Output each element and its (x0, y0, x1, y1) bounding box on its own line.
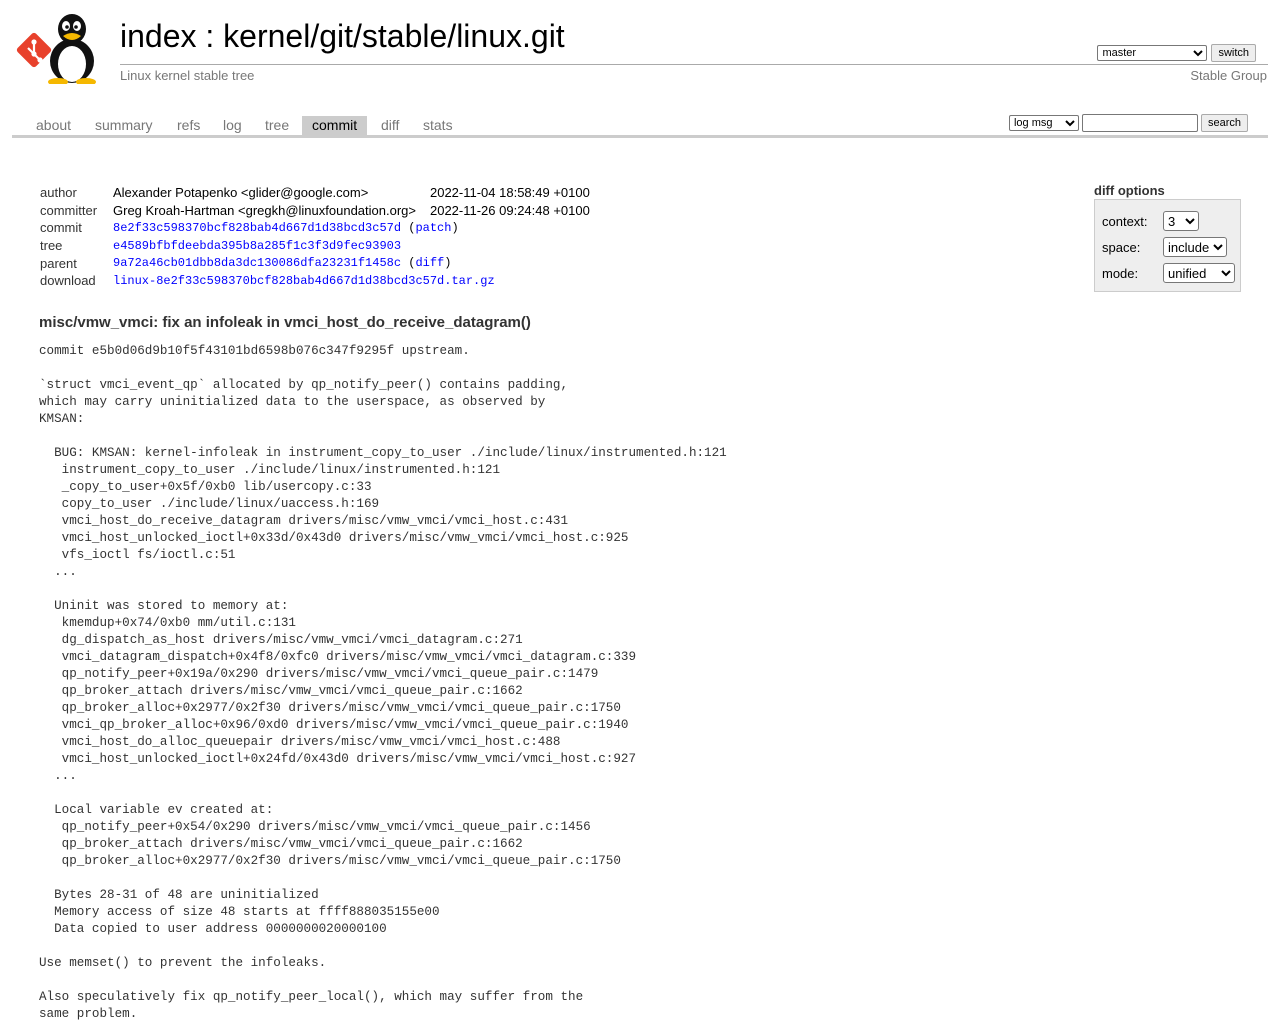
mode-select[interactable]: unified (1163, 263, 1235, 283)
repo-owner: Stable Group (1190, 68, 1267, 83)
patch-paren-close: ) (451, 220, 459, 235)
commit-sha-link[interactable]: 8e2f33c598370bcf828bab4d667d1d38bcd3c57d (113, 221, 401, 235)
download-row: download linux-8e2f33c598370bcf828bab4d6… (40, 272, 590, 290)
tree-row: tree e4589bfbfdeebda395b8a285f1c3f3d9fec… (40, 237, 590, 255)
space-select[interactable]: include (1163, 237, 1227, 257)
branch-switch-form: master switch (1097, 44, 1256, 62)
commit-row: commit 8e2f33c598370bcf828bab4d667d1d38b… (40, 219, 590, 237)
commit-subject: misc/vmw_vmci: fix an infoleak in vmci_h… (39, 314, 531, 331)
search-input[interactable] (1081, 114, 1198, 132)
tab-refs[interactable]: refs (167, 116, 210, 135)
tab-diff[interactable]: diff (371, 116, 409, 135)
repo-description: Linux kernel stable tree (120, 68, 255, 83)
committer-value: Greg Kroah-Hartman <gregkh@linuxfoundati… (113, 202, 416, 218)
context-row: context: 3 (1102, 211, 1199, 231)
download-link[interactable]: linux-8e2f33c598370bcf828bab4d667d1d38bc… (113, 274, 495, 288)
patch-link[interactable]: patch (415, 221, 451, 235)
commit-info: author Alexander Potapenko <glider@googl… (40, 184, 590, 290)
diff-options-box: context: 3 space: include mode: unified (1094, 199, 1241, 292)
committer-date: 2022-11-26 09:24:48 +0100 (429, 202, 590, 218)
space-row: space: include (1102, 237, 1227, 257)
parent-label: parent (40, 255, 77, 271)
index-link[interactable]: index (120, 18, 197, 54)
search-type-select[interactable]: log msg (1008, 115, 1079, 131)
site-logo[interactable] (14, 12, 110, 86)
author-label: author (40, 185, 77, 201)
tab-summary[interactable]: summary (85, 116, 163, 135)
space-label: space: (1102, 239, 1141, 255)
repo-link[interactable]: kernel/git/stable/linux.git (223, 18, 565, 54)
commit-label: commit (40, 220, 82, 236)
tab-commit[interactable]: commit (302, 116, 368, 135)
context-label: context: (1102, 213, 1148, 229)
page-title: index : kernel/git/stable/linux.git (120, 16, 565, 56)
committer-row: committer Greg Kroah-Hartman <gregkh@lin… (40, 202, 590, 220)
context-select[interactable]: 3 (1163, 211, 1199, 231)
tab-log[interactable]: log (213, 116, 252, 135)
author-row: author Alexander Potapenko <glider@googl… (40, 184, 590, 202)
diff-options-heading: diff options (1094, 183, 1165, 198)
mode-label: mode: (1102, 265, 1139, 281)
mode-row: mode: unified (1102, 263, 1235, 283)
tab-stats[interactable]: stats (413, 116, 463, 135)
tab-about[interactable]: about (26, 116, 81, 135)
branch-select[interactable]: master (1097, 45, 1208, 61)
tux-git-logo-icon (16, 14, 96, 86)
tab-tree[interactable]: tree (255, 116, 299, 135)
parent-row: parent 9a72a46cb01dbb8da3dc130086dfa2323… (40, 254, 590, 272)
diff-paren-close: ) (444, 256, 452, 271)
owner-link[interactable]: Stable Group (1190, 68, 1267, 83)
switch-button[interactable]: switch (1211, 44, 1256, 62)
committer-label: committer (40, 202, 98, 218)
author-date: 2022-11-04 18:58:49 +0100 (429, 185, 590, 201)
diff-options-panel: diff options context: 3 space: include m… (1094, 183, 1241, 292)
parent-sha-link[interactable]: 9a72a46cb01dbb8da3dc130086dfa23231f1458c (113, 256, 401, 270)
search-form: log msg search (1008, 114, 1248, 132)
author-value: Alexander Potapenko <glider@google.com> (113, 185, 369, 201)
download-label: download (40, 273, 96, 289)
commit-message: commit e5b0d06d9b10f5f43101bd6598b076c34… (39, 344, 727, 1021)
title-separator: : (196, 18, 224, 54)
search-button[interactable]: search (1200, 114, 1248, 132)
tree-label: tree (40, 238, 63, 254)
parent-diff-link[interactable]: diff (415, 256, 444, 270)
header-divider (120, 64, 1268, 65)
tree-sha-link[interactable]: e4589bfbfdeebda395b8a285f1c3f3d9fec93903 (113, 239, 401, 253)
